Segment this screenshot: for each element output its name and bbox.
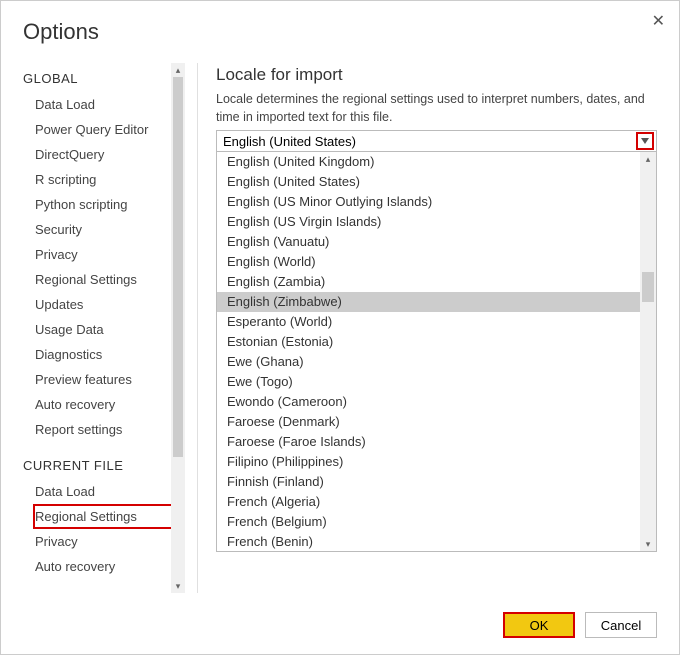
locale-option[interactable]: Faroese (Denmark) [217,412,640,432]
content-heading: Locale for import [216,65,657,85]
sidebar-item-auto-recovery[interactable]: Auto recovery [33,392,173,417]
sidebar-item-diagnostics[interactable]: Diagnostics [33,342,173,367]
sidebar: GLOBAL Data LoadPower Query EditorDirect… [23,63,183,593]
locale-option[interactable]: English (US Minor Outlying Islands) [217,192,640,212]
sidebar-item-cf-privacy[interactable]: Privacy [33,529,173,554]
sidebar-item-usage-data[interactable]: Usage Data [33,317,173,342]
sidebar-item-python-scripting[interactable]: Python scripting [33,192,173,217]
locale-option[interactable]: French (Benin) [217,532,640,551]
sidebar-item-cf-data-load[interactable]: Data Load [33,479,173,504]
scroll-down-icon[interactable]: ▾ [171,579,185,593]
dropdown-arrow-icon[interactable] [636,132,654,150]
content-description: Locale determines the regional settings … [216,91,657,126]
locale-option[interactable]: Filipino (Philippines) [217,452,640,472]
dropdown-scrollbar[interactable]: ▴ ▾ [640,152,656,551]
locale-option[interactable]: Ewe (Ghana) [217,352,640,372]
locale-option[interactable]: English (Zambia) [217,272,640,292]
locale-option[interactable]: English (United States) [217,172,640,192]
close-icon[interactable]: ✕ [652,11,665,31]
sidebar-item-cf-regional-settings[interactable]: Regional Settings [33,504,173,529]
locale-option[interactable]: Esperanto (World) [217,312,640,332]
locale-option[interactable]: French (Belgium) [217,512,640,532]
sidebar-item-report-settings[interactable]: Report settings [33,417,173,442]
sidebar-item-power-query-editor[interactable]: Power Query Editor [33,117,173,142]
sidebar-item-cf-auto-recovery[interactable]: Auto recovery [33,554,173,579]
sidebar-item-security[interactable]: Security [33,217,173,242]
scroll-up-icon[interactable]: ▴ [171,63,185,77]
sidebar-item-privacy[interactable]: Privacy [33,242,173,267]
scroll-down-icon[interactable]: ▾ [640,537,656,551]
sidebar-scroll-thumb[interactable] [173,77,183,457]
locale-dropdown: English (United Kingdom)English (United … [216,152,657,552]
cancel-button[interactable]: Cancel [585,612,657,638]
sidebar-item-updates[interactable]: Updates [33,292,173,317]
sidebar-item-regional-settings[interactable]: Regional Settings [33,267,173,292]
divider [197,63,198,593]
locale-selected-value: English (United States) [223,134,356,149]
locale-option[interactable]: Estonian (Estonia) [217,332,640,352]
sidebar-section-current-file: CURRENT FILE [23,458,173,473]
sidebar-section-global: GLOBAL [23,71,173,86]
locale-option[interactable]: English (US Virgin Islands) [217,212,640,232]
content-panel: Locale for import Locale determines the … [216,63,657,593]
locale-select[interactable]: English (United States) [216,130,657,152]
locale-option[interactable]: English (United Kingdom) [217,152,640,172]
locale-option[interactable]: Ewondo (Cameroon) [217,392,640,412]
sidebar-item-preview-features[interactable]: Preview features [33,367,173,392]
ok-button[interactable]: OK [503,612,575,638]
dialog-title: Options [23,19,657,45]
locale-option[interactable]: English (Vanuatu) [217,232,640,252]
locale-option[interactable]: Finnish (Finland) [217,472,640,492]
sidebar-item-data-load[interactable]: Data Load [33,92,173,117]
locale-option[interactable]: French (Algeria) [217,492,640,512]
locale-option[interactable]: Ewe (Togo) [217,372,640,392]
locale-option[interactable]: Faroese (Faroe Islands) [217,432,640,452]
options-dialog: ✕ Options GLOBAL Data LoadPower Query Ed… [0,0,680,655]
sidebar-item-directquery[interactable]: DirectQuery [33,142,173,167]
locale-option[interactable]: English (World) [217,252,640,272]
dropdown-scroll-thumb[interactable] [642,272,654,302]
sidebar-scrollbar[interactable]: ▴ ▾ [171,63,185,593]
locale-option[interactable]: English (Zimbabwe) [217,292,640,312]
dialog-footer: OK Cancel [503,612,657,638]
scroll-up-icon[interactable]: ▴ [640,152,656,166]
sidebar-item-r-scripting[interactable]: R scripting [33,167,173,192]
